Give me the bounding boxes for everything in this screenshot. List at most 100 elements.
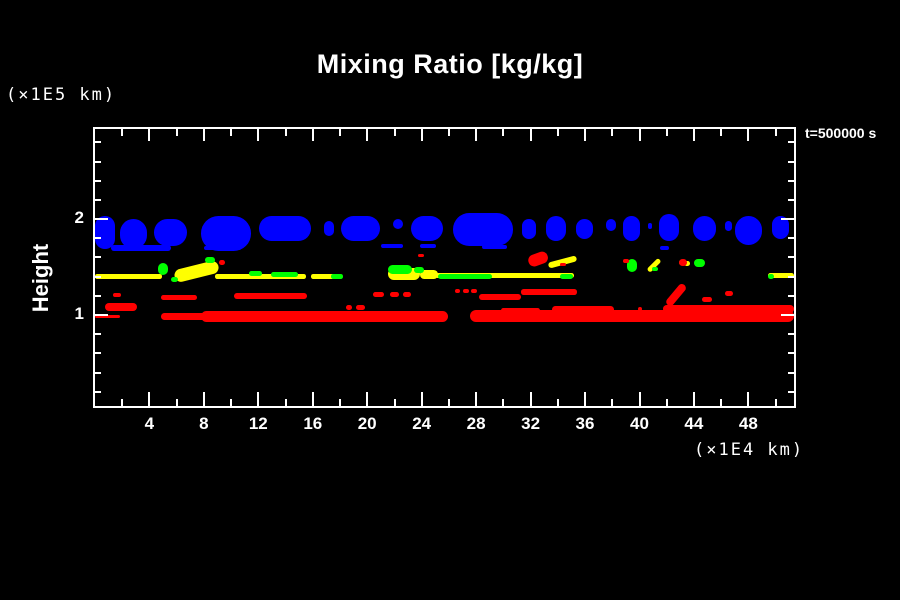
x-minor-tick bbox=[502, 129, 504, 136]
y-minor-tick bbox=[95, 161, 101, 163]
y-minor-tick bbox=[95, 199, 101, 201]
x-tick-label: 36 bbox=[563, 414, 607, 434]
x-minor-tick bbox=[339, 129, 341, 136]
y-minor-tick bbox=[788, 141, 794, 143]
y-minor-tick bbox=[788, 180, 794, 182]
x-major-tick bbox=[203, 129, 205, 141]
x-major-tick bbox=[421, 129, 423, 141]
y-axis-unit-label: (×1E5 km) bbox=[6, 85, 116, 105]
x-tick-label: 8 bbox=[182, 414, 226, 434]
y-minor-tick bbox=[788, 199, 794, 201]
x-minor-tick bbox=[502, 399, 504, 406]
x-minor-tick bbox=[176, 399, 178, 406]
x-major-tick bbox=[257, 392, 259, 406]
x-major-tick bbox=[257, 129, 259, 141]
x-minor-tick bbox=[230, 129, 232, 136]
x-major-tick bbox=[530, 392, 532, 406]
x-major-tick bbox=[639, 392, 641, 406]
y-minor-tick bbox=[95, 256, 101, 258]
x-minor-tick bbox=[448, 399, 450, 406]
time-annotation: t=500000 s bbox=[805, 125, 876, 141]
x-major-tick bbox=[366, 129, 368, 141]
x-tick-label: 32 bbox=[509, 414, 553, 434]
x-minor-tick bbox=[666, 129, 668, 136]
x-tick-label: 44 bbox=[672, 414, 716, 434]
y-minor-tick bbox=[95, 180, 101, 182]
x-minor-tick bbox=[775, 399, 777, 406]
x-axis-unit-label: (×1E4 km) bbox=[694, 440, 804, 460]
plot-area bbox=[93, 127, 796, 408]
y-minor-tick bbox=[788, 295, 794, 297]
x-major-tick bbox=[475, 392, 477, 406]
x-tick-label: 40 bbox=[618, 414, 662, 434]
x-minor-tick bbox=[720, 129, 722, 136]
y-minor-tick bbox=[788, 372, 794, 374]
y-minor-tick bbox=[95, 141, 101, 143]
y-axis-tick-labels: 12 bbox=[38, 129, 84, 406]
y-minor-tick bbox=[95, 295, 101, 297]
x-major-tick bbox=[203, 392, 205, 406]
x-minor-tick bbox=[230, 399, 232, 406]
chart-title: Mixing Ratio [kg/kg] bbox=[0, 49, 900, 80]
x-minor-tick bbox=[611, 129, 613, 136]
x-minor-tick bbox=[285, 399, 287, 406]
y-minor-tick bbox=[788, 276, 794, 278]
x-major-tick bbox=[312, 392, 314, 406]
y-major-tick bbox=[95, 314, 108, 316]
x-tick-label: 4 bbox=[127, 414, 171, 434]
x-major-tick bbox=[421, 392, 423, 406]
x-major-tick bbox=[584, 129, 586, 141]
x-minor-tick bbox=[394, 129, 396, 136]
y-minor-tick bbox=[95, 333, 101, 335]
x-minor-tick bbox=[176, 129, 178, 136]
x-major-tick bbox=[148, 129, 150, 141]
y-minor-tick bbox=[95, 237, 101, 239]
x-minor-tick bbox=[775, 129, 777, 136]
x-major-tick bbox=[366, 392, 368, 406]
x-axis-tick-labels: 4812162024283236404448 bbox=[95, 414, 794, 438]
y-major-tick bbox=[781, 314, 794, 316]
x-minor-tick bbox=[557, 399, 559, 406]
y-minor-tick bbox=[95, 372, 101, 374]
y-minor-tick bbox=[95, 391, 101, 393]
x-minor-tick bbox=[121, 129, 123, 136]
y-minor-tick bbox=[788, 391, 794, 393]
x-minor-tick bbox=[448, 129, 450, 136]
y-minor-tick bbox=[788, 352, 794, 354]
x-major-tick bbox=[475, 129, 477, 141]
x-major-tick bbox=[148, 392, 150, 406]
x-tick-label: 28 bbox=[454, 414, 498, 434]
x-major-tick bbox=[693, 392, 695, 406]
y-minor-tick bbox=[95, 352, 101, 354]
y-minor-tick bbox=[788, 333, 794, 335]
y-major-tick bbox=[95, 218, 108, 220]
y-minor-tick bbox=[788, 161, 794, 163]
x-tick-label: 12 bbox=[236, 414, 280, 434]
x-minor-tick bbox=[121, 399, 123, 406]
y-minor-tick bbox=[95, 276, 101, 278]
x-minor-tick bbox=[666, 399, 668, 406]
x-tick-label: 48 bbox=[726, 414, 770, 434]
x-major-tick bbox=[312, 129, 314, 141]
x-minor-tick bbox=[285, 129, 287, 136]
x-minor-tick bbox=[557, 129, 559, 136]
axis-tick-layer bbox=[95, 129, 794, 406]
y-minor-tick bbox=[788, 256, 794, 258]
y-minor-tick bbox=[788, 237, 794, 239]
x-minor-tick bbox=[339, 399, 341, 406]
x-minor-tick bbox=[611, 399, 613, 406]
chart-canvas: Mixing Ratio [kg/kg] (×1E5 km) t=500000 … bbox=[0, 0, 900, 600]
x-tick-label: 24 bbox=[400, 414, 444, 434]
x-major-tick bbox=[584, 392, 586, 406]
y-tick-label: 1 bbox=[38, 304, 84, 324]
x-major-tick bbox=[693, 129, 695, 141]
x-tick-label: 20 bbox=[345, 414, 389, 434]
x-major-tick bbox=[639, 129, 641, 141]
x-major-tick bbox=[747, 129, 749, 141]
x-minor-tick bbox=[394, 399, 396, 406]
x-major-tick bbox=[530, 129, 532, 141]
y-major-tick bbox=[781, 218, 794, 220]
y-tick-label: 2 bbox=[38, 208, 84, 228]
x-tick-label: 16 bbox=[291, 414, 335, 434]
x-major-tick bbox=[747, 392, 749, 406]
